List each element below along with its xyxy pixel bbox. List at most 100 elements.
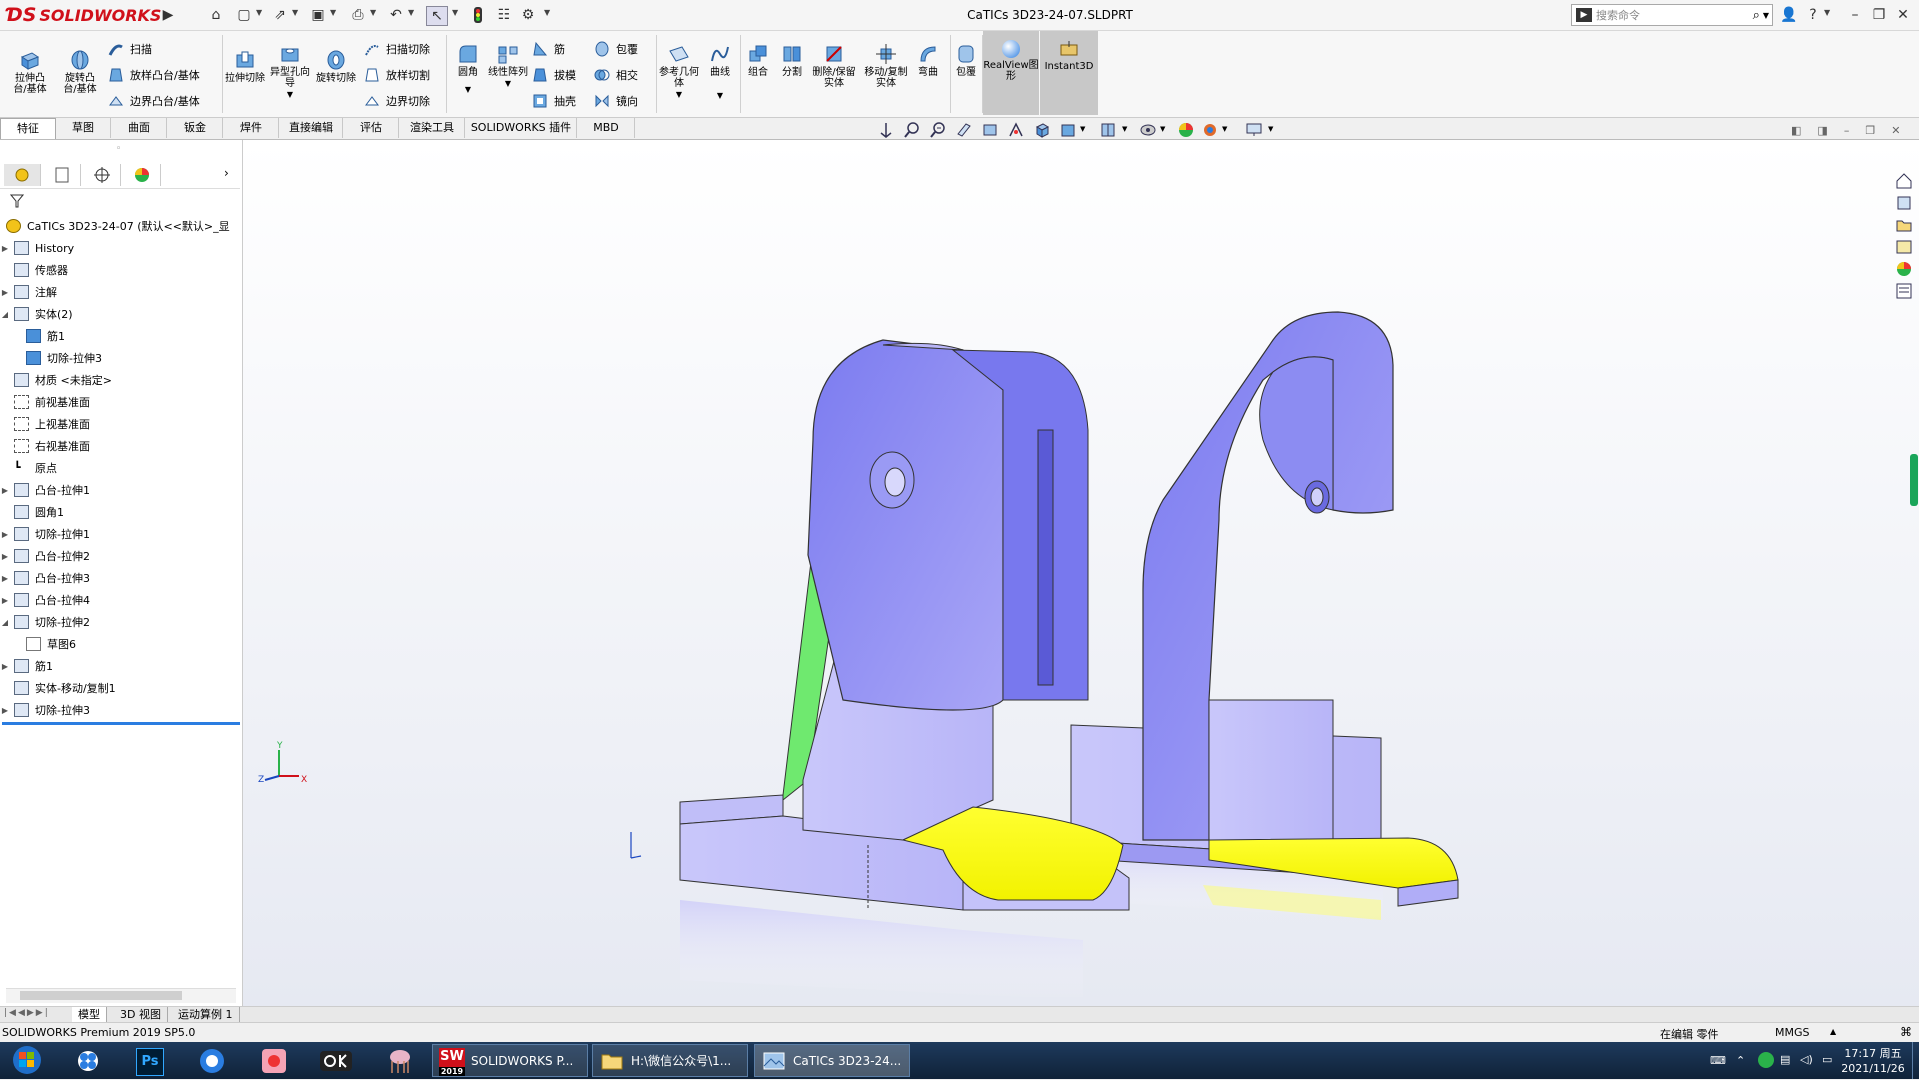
tab-sheet-metal[interactable]: 钣金: [168, 118, 223, 138]
user-icon[interactable]: 👤: [1778, 4, 1800, 26]
view-settings-icon[interactable]: [1202, 122, 1222, 140]
expand-arrow-icon[interactable]: ▶: [0, 486, 10, 495]
tree-root[interactable]: CaTICs 3D23-24-07 (默认<<默认>_显: [0, 215, 240, 237]
select-dropdown-icon[interactable]: ▼: [452, 8, 458, 17]
feature-tree-tab-icon[interactable]: [4, 164, 41, 186]
boundary-boss-button[interactable]: 边界凸台/基体: [108, 91, 200, 111]
new-document-icon[interactable]: ▢: [234, 6, 254, 24]
rib-button[interactable]: 筋: [532, 39, 565, 59]
view-orientation-icon[interactable]: [1034, 122, 1054, 140]
show-desktop-button[interactable]: [1912, 1042, 1919, 1079]
tile-right-icon[interactable]: ◨: [1817, 124, 1827, 138]
expand-arrow-icon[interactable]: ▶: [0, 574, 10, 583]
tree-item-origin[interactable]: ┗ 原点: [0, 457, 240, 479]
custom-properties-icon[interactable]: [1895, 282, 1917, 304]
extrude-cut-button[interactable]: 拉伸切除: [225, 49, 265, 84]
taskbar-document[interactable]: CaTICs 3D23-24...: [754, 1044, 910, 1077]
tree-item-body-move-copy1[interactable]: 实体-移动/复制1: [0, 677, 240, 699]
tree-item-material[interactable]: 材质 <未指定>: [0, 369, 240, 391]
appearance-dropdown-icon[interactable]: ▼: [1160, 125, 1165, 133]
lofted-cut-button[interactable]: 放样切割: [364, 65, 430, 85]
filter-icon[interactable]: [9, 194, 25, 208]
collapse-arrow-icon[interactable]: ◢: [0, 310, 10, 319]
expand-arrow-icon[interactable]: ▶: [0, 706, 10, 715]
help-icon[interactable]: ?: [1802, 4, 1824, 26]
expand-arrow-icon[interactable]: ▶: [0, 662, 10, 671]
curves-dropdown-icon[interactable]: ▼: [700, 90, 740, 101]
save-icon[interactable]: ▣: [308, 6, 328, 24]
tab-weldments[interactable]: 焊件: [224, 118, 279, 138]
extrude-boss-button[interactable]: 拉伸凸台/基体: [10, 49, 50, 95]
task-pane-scroll-indicator[interactable]: [1910, 454, 1918, 506]
taskbar-folder[interactable]: H:\微信公众号\1...: [592, 1044, 748, 1077]
move-copy-body-button[interactable]: 移动/复制实体: [862, 43, 910, 89]
tree-item-right-plane[interactable]: 右视基准面: [0, 435, 240, 457]
display-style-icon[interactable]: [1060, 122, 1080, 140]
tab-sketch[interactable]: 草图: [56, 118, 111, 138]
app-flower-icon[interactable]: [66, 1045, 110, 1077]
save-dropdown-icon[interactable]: ▼: [330, 8, 336, 17]
print-icon[interactable]: ⎙: [348, 6, 368, 24]
options-dropdown-icon[interactable]: ▼: [544, 8, 550, 17]
wrap-button[interactable]: 包覆: [594, 39, 638, 59]
section-view-icon[interactable]: [956, 122, 976, 140]
tab-motion-study-1[interactable]: 运动算例 1: [172, 1007, 240, 1023]
tab-model[interactable]: 模型: [72, 1007, 107, 1023]
configuration-manager-tab-icon[interactable]: [84, 164, 121, 186]
file-properties-icon[interactable]: ☷: [494, 6, 514, 24]
loft-boss-button[interactable]: 放样凸台/基体: [108, 65, 200, 85]
display-manager-tab-icon[interactable]: [124, 164, 161, 186]
expand-arrow-icon[interactable]: ▶: [0, 530, 10, 539]
boundary-cut-button[interactable]: 边界切除: [364, 91, 430, 111]
rebuild-icon[interactable]: [468, 6, 488, 24]
zoom-to-area-icon[interactable]: [904, 122, 924, 140]
taskbar-solidworks[interactable]: SW 2019 SOLIDWORKS P...: [432, 1044, 588, 1077]
tile-left-icon[interactable]: ◧: [1791, 124, 1801, 138]
delete-keep-body-button[interactable]: 删除/保留实体: [810, 43, 858, 89]
tray-expand-icon[interactable]: ⌃: [1736, 1054, 1745, 1067]
view-palette-icon[interactable]: [1895, 238, 1917, 260]
pattern-dropdown-icon[interactable]: ▼: [488, 78, 528, 89]
undo-dropdown-icon[interactable]: ▼: [408, 8, 414, 17]
keyboard-icon[interactable]: ⌨: [1710, 1054, 1726, 1067]
tree-item-cut-extrude2[interactable]: ◢ 切除-拉伸2: [0, 611, 240, 633]
swept-cut-button[interactable]: 扫描切除: [364, 39, 430, 59]
units-dropdown-icon[interactable]: ▲: [1830, 1027, 1836, 1036]
tab-surfaces[interactable]: 曲面: [112, 118, 167, 138]
viewport-minimize-icon[interactable]: –: [1844, 124, 1850, 138]
ref-geometry-dropdown-icon[interactable]: ▼: [659, 89, 699, 100]
new-dropdown-icon[interactable]: ▼: [256, 8, 262, 17]
tab-evaluate[interactable]: 评估: [344, 118, 399, 138]
tree-item-sketch6[interactable]: 草图6: [0, 633, 262, 655]
sw-resources-icon[interactable]: [1895, 172, 1917, 194]
tree-item-cut-extrude3[interactable]: ▶ 切除-拉伸3: [0, 699, 240, 721]
realview-toggle[interactable]: RealView图形: [983, 31, 1039, 115]
tree-item-boss-extrude1[interactable]: ▶ 凸台-拉伸1: [0, 479, 240, 501]
viewport-restore-icon[interactable]: ❐: [1865, 124, 1875, 138]
clock[interactable]: 17:17 周五 2021/11/26: [1838, 1046, 1908, 1076]
fillet-button[interactable]: 圆角 ▼: [448, 43, 488, 95]
options-gear-icon[interactable]: ⚙: [518, 6, 538, 24]
horizontal-scrollbar[interactable]: [6, 988, 236, 1003]
view-settings-dropdown-icon[interactable]: ▼: [1222, 125, 1227, 133]
tab-3d-views[interactable]: 3D 视图: [114, 1007, 168, 1023]
tree-item-fillet1[interactable]: 圆角1: [0, 501, 240, 523]
panel-expand-chevron-icon[interactable]: ›: [224, 166, 229, 180]
wrap-large-button[interactable]: 包覆: [946, 43, 986, 78]
mirror-button[interactable]: 镜向: [594, 91, 638, 111]
open-icon[interactable]: ⇗: [270, 6, 290, 24]
appearances-icon[interactable]: [1895, 260, 1917, 282]
monitor-icon[interactable]: [1246, 122, 1266, 140]
right-bracket[interactable]: [1070, 311, 1459, 907]
home-icon[interactable]: ⌂: [206, 6, 226, 24]
tree-item-rib1[interactable]: ▶ 筋1: [0, 655, 240, 677]
flex-button[interactable]: 弯曲: [908, 43, 948, 78]
draft-button[interactable]: 拔模: [532, 65, 576, 85]
design-library-icon[interactable]: [1895, 194, 1917, 216]
scrollbar-thumb[interactable]: [20, 991, 182, 1000]
tree-item-front-plane[interactable]: 前视基准面: [0, 391, 240, 413]
tab-scroll-arrows-icon[interactable]: |◀◀▶▶|: [4, 1008, 50, 1018]
intersect-button[interactable]: 相交: [594, 65, 638, 85]
reference-geometry-button[interactable]: 参考几何体 ▼: [659, 43, 699, 100]
tab-direct-editing[interactable]: 直接编辑: [280, 118, 343, 138]
